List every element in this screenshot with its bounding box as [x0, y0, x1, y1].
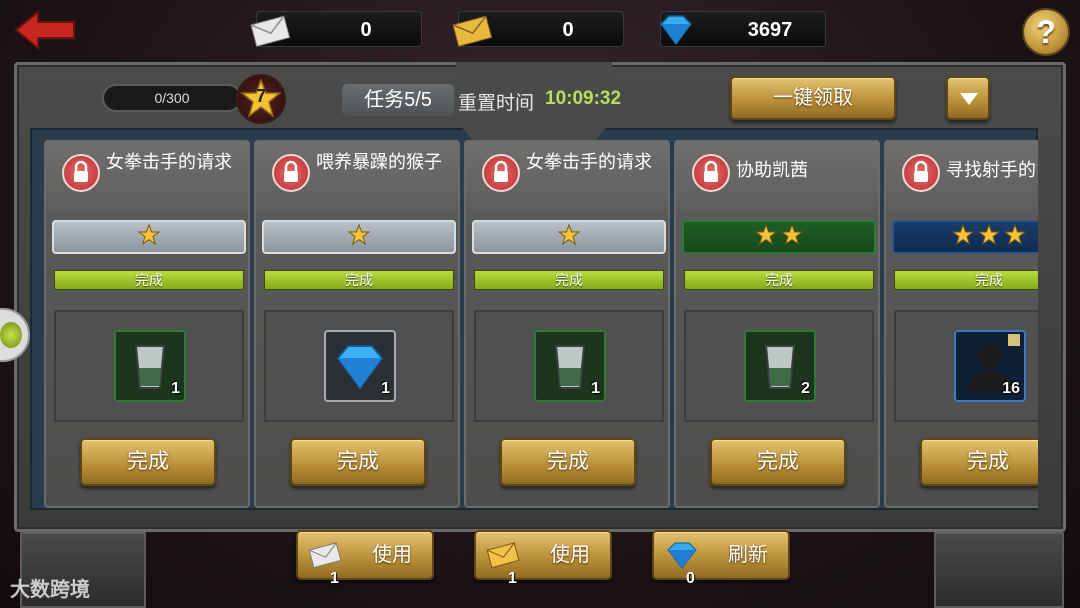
gold-envelope-count: 1 — [508, 570, 517, 587]
lock-icon — [692, 154, 730, 192]
gem-icon[interactable]: 1 — [324, 330, 396, 402]
claim-all-button[interactable]: 一键领取 — [730, 76, 896, 120]
complete-button[interactable]: 完成 — [290, 438, 426, 486]
card-title: 寻找射手的 — [946, 160, 1036, 180]
star-icon — [347, 223, 371, 251]
star-icon — [137, 223, 161, 251]
white-envelope-icon — [249, 12, 293, 48]
quest-card: 女拳击手的请求完成 1 完成 — [464, 140, 670, 508]
status-bar: 完成 — [474, 270, 664, 290]
difficulty-stars — [472, 220, 666, 254]
complete-button[interactable]: 完成 — [500, 438, 636, 486]
reward-slot: 2 — [684, 310, 874, 422]
white-envelope-count: 1 — [330, 570, 339, 587]
status-bar: 完成 — [894, 270, 1038, 290]
lock-icon — [62, 154, 100, 192]
envelope-white-count: 0 — [360, 19, 372, 41]
watermark: 大数跨境 — [10, 579, 90, 601]
envelope-white-counter: 0 — [250, 11, 422, 47]
use-label: 使用 — [372, 544, 412, 566]
star-icon — [754, 223, 778, 251]
complete-button[interactable]: 完成 — [710, 438, 846, 486]
reset-time-value: 10:09:32 — [545, 88, 622, 109]
star-icon — [951, 223, 975, 251]
card-title: 喂养暴躁的猴子 — [316, 152, 442, 172]
dropdown-button[interactable] — [946, 76, 990, 120]
reward-slot: 1 — [54, 310, 244, 422]
lock-icon — [482, 154, 520, 192]
potion-icon[interactable]: 1 — [114, 330, 186, 402]
quest-card: 喂养暴躁的猴子完成 1 完成 — [254, 140, 460, 508]
card-title: 女拳击手的请求 — [106, 152, 232, 172]
quest-card: 协助凯茜完成 2 完成 — [674, 140, 880, 508]
reward-quantity: 16 — [1002, 380, 1020, 397]
star-icon — [1003, 223, 1027, 251]
reward-slot: 1 — [474, 310, 664, 422]
use-label: 使用 — [550, 544, 590, 566]
complete-button[interactable]: 完成 — [80, 438, 216, 486]
reset-time-label: 重置时间 — [458, 93, 535, 114]
status-bar: 完成 — [54, 270, 244, 290]
difficulty-stars — [52, 220, 246, 254]
task-count-badge: 任务5/5 — [342, 84, 454, 116]
star-icon — [977, 223, 1001, 251]
potion-icon[interactable]: 2 — [744, 330, 816, 402]
difficulty-stars — [892, 220, 1038, 254]
star-icon — [557, 223, 581, 251]
quest-card: 女拳击手的请求完成 1 完成 — [44, 140, 250, 508]
status-bar: 完成 — [684, 270, 874, 290]
complete-button[interactable]: 完成 — [920, 438, 1038, 486]
reward-quantity: 2 — [801, 380, 810, 397]
gem-count: 3697 — [747, 19, 793, 41]
status-bar: 完成 — [264, 270, 454, 290]
envelope-gold-count: 0 — [562, 19, 574, 41]
reward-quantity: 1 — [171, 380, 180, 397]
use-white-envelope-button[interactable]: 1 使用 — [296, 530, 434, 587]
card-title: 女拳击手的请求 — [526, 152, 652, 172]
level-badge: 7 — [236, 74, 286, 124]
refresh-button[interactable]: 0 刷新 — [652, 530, 790, 587]
reward-slot: 1 — [264, 310, 454, 422]
reward-quantity: 1 — [591, 380, 600, 397]
refresh-cost: 0 — [686, 570, 695, 587]
reward-quantity: 1 — [381, 380, 390, 397]
xp-progress-bar: 0/300 — [102, 84, 242, 112]
envelope-gold-counter: 0 — [452, 11, 624, 47]
quest-card-list: 女拳击手的请求 完成 1 完成 喂养暴躁的猴子 完成 1 完成 女拳击手的请求 完成 1 完成 协助凯茜… — [44, 140, 1038, 510]
lock-icon — [902, 154, 940, 192]
card-title: 协助凯茜 — [736, 160, 808, 180]
use-gold-envelope-button[interactable]: 1 使用 — [474, 530, 612, 587]
difficulty-stars — [262, 220, 456, 254]
help-button[interactable]: ? — [1022, 8, 1070, 56]
difficulty-stars — [682, 220, 876, 254]
diamond-icon — [653, 12, 697, 48]
gem-counter: 3697 — [660, 11, 826, 47]
reward-slot: 16 — [894, 310, 1038, 422]
gold-envelope-icon — [451, 12, 495, 48]
quest-card: 寻找射手的完成 16 完成 — [884, 140, 1038, 508]
bottom-ledge-right — [934, 532, 1064, 608]
refresh-label: 刷新 — [728, 544, 768, 566]
level-number: 7 — [255, 86, 266, 106]
hero-icon[interactable]: 16 — [954, 330, 1026, 402]
back-arrow-icon[interactable] — [14, 9, 78, 51]
lock-icon — [272, 154, 310, 192]
potion-icon[interactable]: 1 — [534, 330, 606, 402]
star-icon — [780, 223, 804, 251]
